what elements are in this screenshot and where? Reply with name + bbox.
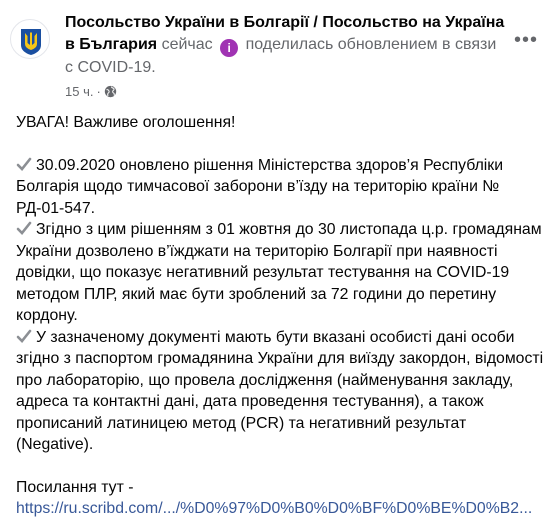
list-item: 30.09.2020 оновлено рішення Міністерства… xyxy=(16,155,544,220)
post-body: УВАГА! Важливе оголошення! 30.09.2020 он… xyxy=(16,112,544,520)
post-header: Посольство України в Болгарії / Посольст… xyxy=(0,0,558,108)
link-label: Посилання тут - xyxy=(16,478,134,496)
time-now[interactable]: сейчас xyxy=(162,36,213,53)
list-item: Згідно з цим рішенням з 01 жовтня до 30 … xyxy=(16,219,544,327)
check-mark-icon xyxy=(16,157,32,171)
list-item: У зазначеному документі мають бути вказа… xyxy=(16,327,544,456)
alert-heading: УВАГА! Важливе оголошення! xyxy=(16,114,236,131)
item-text: 30.09.2020 оновлено рішення Міністерства… xyxy=(16,156,504,217)
post-timestamp[interactable]: 15 ч. xyxy=(65,84,93,99)
item-text: Згідно з цим рішенням з 01 жовтня до 30 … xyxy=(16,221,542,324)
ukraine-trident-avatar-icon xyxy=(21,29,41,55)
check-mark-icon xyxy=(16,329,32,343)
covid-info-icon: i xyxy=(220,39,239,57)
item-text: У зазначеному документі мають бути вказа… xyxy=(16,328,544,454)
more-options-button[interactable]: ••• xyxy=(508,22,544,58)
post-meta: 15 ч. · xyxy=(65,84,117,99)
more-options-icon: ••• xyxy=(513,28,538,51)
scribd-link[interactable]: https://ru.scribd.com/.../%D0%97%D0%B0%D… xyxy=(16,500,532,517)
page-avatar[interactable] xyxy=(10,19,50,59)
meta-separator: · xyxy=(96,84,101,99)
globe-icon[interactable] xyxy=(104,85,117,98)
check-mark-icon xyxy=(16,221,32,235)
post-header-text: Посольство України в Болгарії / Посольст… xyxy=(65,12,505,79)
